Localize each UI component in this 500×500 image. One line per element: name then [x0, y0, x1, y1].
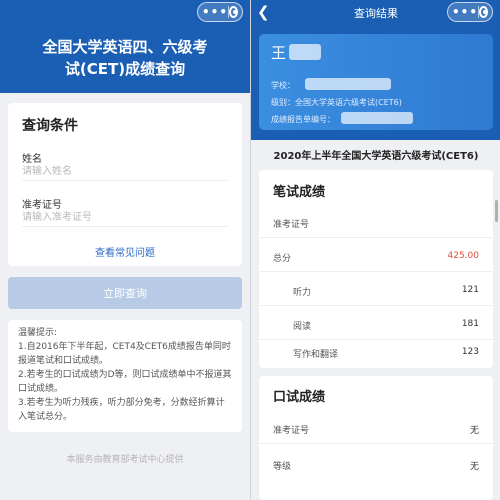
exam-id-input[interactable] [22, 209, 228, 227]
row-label: 听力 [293, 288, 312, 298]
row-label: 等级 [273, 462, 292, 472]
page-title-line2: 试(CET)成绩查询 [64, 60, 186, 78]
close-target-icon[interactable] [228, 6, 238, 18]
name-input[interactable] [22, 163, 228, 181]
tips-heading: 温馨提示: [18, 328, 58, 338]
report-number-line: 成绩报告单编号： [271, 115, 335, 124]
row-label: 总分 [273, 254, 292, 264]
written-score-card: 笔试成绩 准考证号 总分 425.00 听力 121 阅读 181 写作和翻译 … [259, 170, 493, 368]
listening-value: 121 [461, 285, 479, 295]
page-title: 全国大学英语四、六级考 试(CET)成绩查询 [0, 36, 250, 80]
written-section-title: 笔试成绩 [273, 185, 326, 200]
oral-section-title: 口试成绩 [273, 390, 326, 405]
total-score-value: 425.00 [447, 251, 480, 261]
row-label: 准考证号 [273, 220, 310, 230]
row-label: 准考证号 [273, 426, 310, 436]
level-line: 级别：全国大学英语六级考试(CET6) [271, 98, 402, 107]
writing-row: 写作和翻译 123 [259, 338, 493, 368]
writing-value: 123 [461, 347, 479, 357]
scrollbar-thumb[interactable] [495, 200, 498, 222]
exam-title: 2020年上半年全国大学英语六级考试(CET6) [273, 151, 479, 162]
candidate-info-card: 王 学校： 级别：全国大学英语六级考试(CET6) 成绩报告单编号： [259, 34, 493, 130]
close-target-icon[interactable] [478, 6, 488, 18]
oral-score-card: 口试成绩 准考证号 无 等级 无 [259, 376, 493, 500]
faq-link[interactable]: 查看常见问题 [8, 244, 242, 259]
mini-program-capsule[interactable]: ••• [197, 2, 243, 22]
reading-value: 181 [461, 319, 479, 329]
oral-id-row: 准考证号 无 [259, 414, 493, 444]
oral-grade-row: 等级 无 [259, 450, 493, 480]
oral-grade-value: 无 [469, 462, 479, 472]
nav-bar: ❮ 查询结果 ••• [251, 0, 500, 24]
redaction-blur [289, 44, 321, 60]
written-id-row: 准考证号 [259, 208, 493, 238]
tips-item-3: 3.若考生为听力残疾，听力部分免考，分数经折算计入笔试总分。 [18, 398, 225, 422]
hero-banner: ••• 全国大学英语四、六级考 试(CET)成绩查询 [0, 0, 250, 93]
tips-item-2: 2.若考生的口试成绩为D等，则口试成绩单中不报道其口试成绩。 [18, 370, 232, 394]
mini-program-capsule[interactable]: ••• [447, 2, 493, 22]
footer-note: 本服务由教育部考试中心提供 [66, 455, 184, 465]
tips-item-1: 1.自2016年下半年起，CET4及CET6成绩报告单同时报道笔试和口试成绩。 [18, 342, 231, 366]
school-line: 学校： [271, 81, 295, 90]
more-icon[interactable]: ••• [202, 6, 228, 18]
more-icon[interactable]: ••• [452, 6, 478, 18]
row-label: 写作和翻译 [293, 350, 339, 360]
form-section-title: 查询条件 [22, 118, 78, 134]
listening-row: 听力 121 [259, 276, 493, 306]
query-button[interactable]: 立即查询 [8, 277, 242, 309]
row-label: 阅读 [293, 322, 312, 332]
result-page: ❮ 查询结果 ••• 王 学校： 级别：全国大学英语六级考试(CET6) 成绩报… [250, 0, 500, 500]
candidate-name: 王 [271, 44, 287, 62]
total-score-row: 总分 425.00 [259, 242, 493, 272]
redaction-blur [305, 78, 391, 90]
query-page: ••• 全国大学英语四、六级考 试(CET)成绩查询 查询条件 姓名 准考证号 … [0, 0, 250, 500]
query-form-card: 查询条件 姓名 准考证号 查看常见问题 [8, 103, 242, 266]
redaction-blur [341, 112, 413, 124]
reading-row: 阅读 181 [259, 310, 493, 340]
page-title-line1: 全国大学英语四、六级考 [42, 38, 208, 56]
tips-box: 温馨提示: 1.自2016年下半年起，CET4及CET6成绩报告单同时报道笔试和… [8, 320, 242, 432]
oral-id-value: 无 [469, 426, 479, 436]
